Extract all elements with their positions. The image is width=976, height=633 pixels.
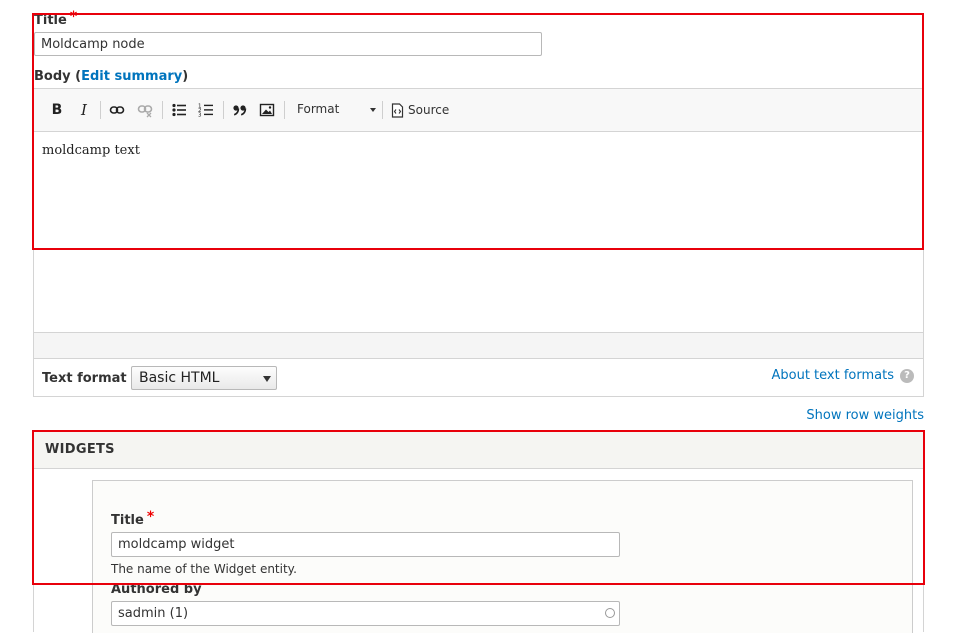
source-button[interactable]: Source	[391, 100, 449, 120]
link-icon	[109, 106, 125, 114]
svg-text:3: 3	[198, 113, 202, 119]
node-title-label-text: Title	[34, 13, 67, 28]
format-dropdown[interactable]: Format	[290, 100, 376, 120]
authored-by-label: Authored by	[111, 582, 202, 597]
italic-icon: I	[81, 101, 87, 119]
toolbar-separator	[284, 101, 285, 119]
editor-content-area[interactable]: moldcamp text	[34, 132, 923, 332]
source-icon	[391, 102, 404, 118]
widgets-fieldset: WIDGETS Title* The name of the Widget en…	[33, 431, 924, 633]
authored-by-input[interactable]	[111, 601, 620, 626]
authored-by-field[interactable]	[111, 601, 620, 626]
format-dropdown-label: Format	[297, 102, 340, 116]
text-format-label: Text format	[42, 371, 127, 386]
widget-title-input[interactable]	[111, 532, 620, 557]
widget-title-description: The name of the Widget entity.	[111, 562, 297, 576]
editor-content-text: moldcamp text	[42, 143, 140, 158]
toolbar-separator	[382, 101, 383, 119]
text-format-selected: Basic HTML	[139, 370, 220, 386]
about-text-formats[interactable]: About text formats ?	[771, 368, 914, 383]
node-title-label: Title *	[34, 9, 78, 28]
required-asterisk: *	[146, 509, 155, 525]
image-icon	[259, 103, 275, 117]
body-editor: B I 1 2 3 Format Source moldcamp text Te…	[33, 88, 924, 397]
source-label: Source	[408, 103, 450, 117]
widget-item-panel: Title* The name of the Widget entity. Au…	[92, 480, 913, 633]
widget-title-label: Title *	[111, 509, 155, 528]
bold-icon: B	[51, 102, 63, 118]
select-arrow-icon	[263, 376, 271, 382]
italic-button[interactable]: I	[74, 100, 94, 120]
image-button[interactable]	[257, 100, 277, 120]
editor-toolbar: B I 1 2 3 Format Source	[34, 89, 923, 132]
required-asterisk: *	[69, 9, 78, 25]
body-label-text: Body	[34, 69, 71, 84]
toolbar-separator	[223, 101, 224, 119]
about-text-formats-link[interactable]: About text formats	[771, 368, 894, 383]
blockquote-button[interactable]	[230, 100, 250, 120]
widgets-header: WIDGETS	[34, 432, 923, 469]
node-title-input[interactable]	[34, 32, 542, 56]
numbered-list-button[interactable]: 1 2 3	[196, 100, 216, 120]
editor-bottom-bar	[34, 332, 923, 359]
bold-button[interactable]: B	[47, 100, 67, 120]
paren-close: )	[182, 69, 189, 84]
toolbar-separator	[100, 101, 101, 119]
text-format-row: Text format Basic HTML About text format…	[34, 359, 923, 396]
unlink-button[interactable]	[135, 100, 155, 120]
unlink-icon	[137, 105, 153, 118]
widget-title-label-text: Title	[111, 513, 144, 528]
bulleted-list-icon	[172, 103, 186, 117]
numbered-list-icon: 1 2 3	[198, 104, 213, 119]
autocomplete-icon	[605, 608, 615, 618]
link-button[interactable]	[107, 100, 127, 120]
chevron-down-icon	[370, 108, 376, 112]
toolbar-separator	[162, 101, 163, 119]
show-row-weights-link[interactable]: Show row weights	[806, 408, 924, 423]
blockquote-icon	[233, 105, 247, 116]
bulleted-list-button[interactable]	[169, 100, 189, 120]
text-format-select[interactable]: Basic HTML	[131, 366, 277, 390]
edit-summary-link[interactable]: Edit summary	[81, 69, 182, 84]
widgets-heading: WIDGETS	[45, 442, 115, 457]
help-icon[interactable]: ?	[900, 368, 914, 383]
body-label: Body (Edit summary)	[34, 69, 188, 84]
